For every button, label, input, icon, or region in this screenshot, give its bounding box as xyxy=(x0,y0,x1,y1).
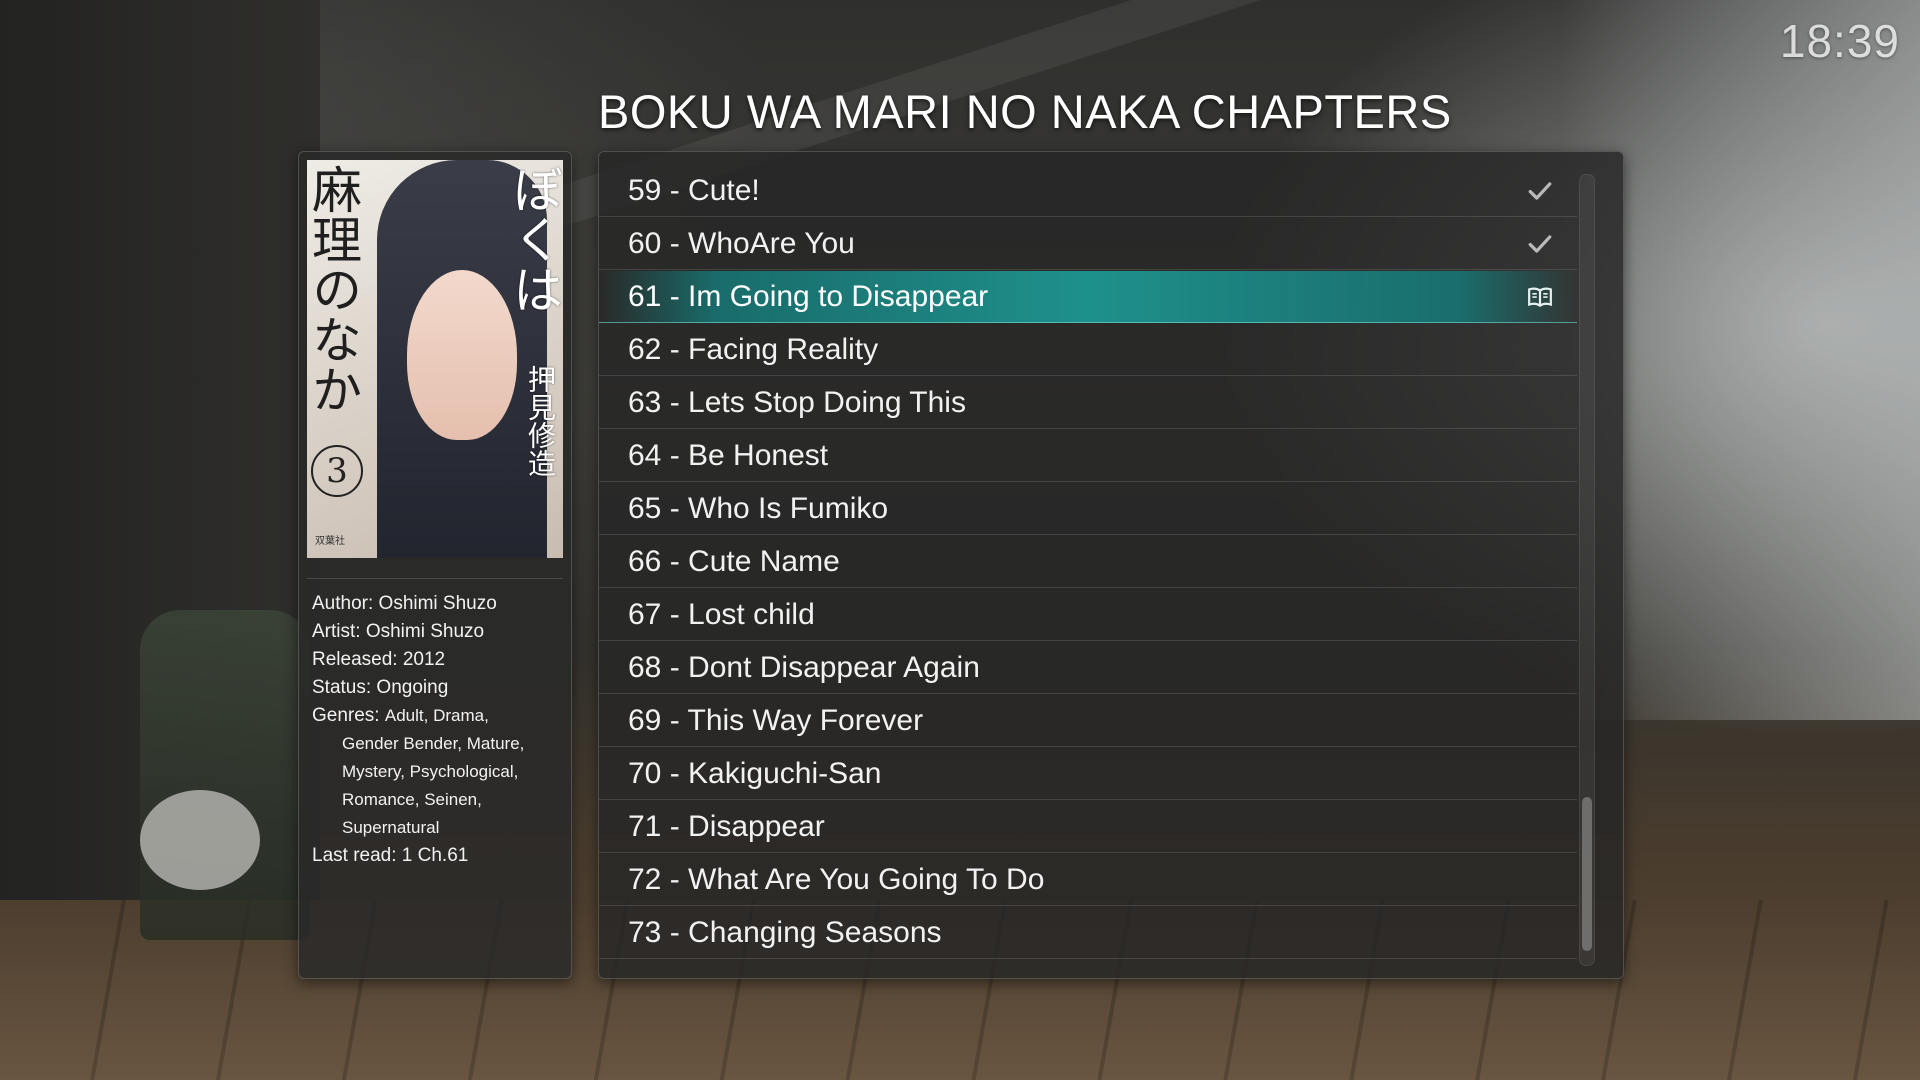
author-text: Author: Oshimi Shuzo xyxy=(312,593,497,614)
chapter-row[interactable]: 72 - What Are You Going To Do xyxy=(599,854,1577,906)
genres-line-4: Romance, Seinen, xyxy=(342,790,482,809)
chapter-label: 68 - Dont Disappear Again xyxy=(628,651,980,684)
genres-line-3: Mystery, Psychological, xyxy=(342,762,519,781)
chapter-row[interactable]: 61 - Im Going to Disappear xyxy=(599,271,1577,323)
chapter-row[interactable]: 60 - WhoAre You xyxy=(599,218,1577,270)
chapter-label: 60 - WhoAre You xyxy=(628,227,855,260)
read-check-icon xyxy=(1527,178,1553,204)
chapter-row[interactable]: 67 - Lost child xyxy=(599,589,1577,641)
cover-image: 麻理のなか ぼくは 押見修造 3 双葉社 xyxy=(307,160,563,558)
genres-block: Genres: Adult, Drama, Gender Bender, Mat… xyxy=(312,702,562,842)
genres-label: Genres: xyxy=(312,705,380,726)
chapter-label: 66 - Cute Name xyxy=(628,545,840,578)
chapter-row[interactable]: 73 - Changing Seasons xyxy=(599,907,1577,959)
released-text: Released: 2012 xyxy=(312,649,446,670)
chapter-label: 70 - Kakiguchi-San xyxy=(628,757,882,790)
last-read-text: Last read: 1 Ch.61 xyxy=(312,845,469,866)
chapter-label: 59 - Cute! xyxy=(628,174,760,207)
scrollbar[interactable] xyxy=(1579,174,1595,966)
chapter-label: 62 - Facing Reality xyxy=(628,333,879,366)
clock: 18:39 xyxy=(1779,15,1900,67)
chapter-row[interactable]: 63 - Lets Stop Doing This xyxy=(599,377,1577,429)
cover-volume: 3 xyxy=(311,445,363,497)
chapter-list-panel: 59 - Cute! 60 - WhoAre You 61 - Im Going t… xyxy=(598,151,1624,979)
chapter-row[interactable]: 70 - Kakiguchi-San xyxy=(599,748,1577,800)
status-text: Status: Ongoing xyxy=(312,677,449,698)
read-check-icon xyxy=(1527,231,1553,257)
chapter-row[interactable]: 68 - Dont Disappear Again xyxy=(599,642,1577,694)
chapter-row[interactable]: 69 - This Way Forever xyxy=(599,695,1577,747)
chapter-row[interactable]: 62 - Facing Reality xyxy=(599,324,1577,376)
genres-first: Adult, Drama, xyxy=(384,706,489,725)
chapter-row[interactable]: 65 - Who Is Fumiko xyxy=(599,483,1577,535)
cover-publisher: 双葉社 xyxy=(315,536,345,547)
manga-metadata: Author: Oshimi Shuzo Artist: Oshimi Shuz… xyxy=(312,590,562,870)
genres-line-2: Gender Bender, Mature, xyxy=(342,734,525,753)
chapter-label: 63 - Lets Stop Doing This xyxy=(628,386,966,419)
chapter-label: 72 - What Are You Going To Do xyxy=(628,863,1045,896)
chapter-label: 71 - Disappear xyxy=(628,810,825,843)
chapter-label: 73 - Changing Seasons xyxy=(628,916,942,949)
chapter-row[interactable]: 64 - Be Honest xyxy=(599,430,1577,482)
manga-info-panel: 麻理のなか ぼくは 押見修造 3 双葉社 Author: Oshimi Shuz… xyxy=(298,151,572,979)
chapter-row[interactable]: 66 - Cute Name xyxy=(599,536,1577,588)
cover-author: 押見修造 xyxy=(524,365,557,477)
cover-title-right: ぼくは xyxy=(505,164,563,314)
open-book-icon xyxy=(1527,284,1553,310)
chapter-label: 61 - Im Going to Disappear xyxy=(628,280,989,313)
chapter-label: 64 - Be Honest xyxy=(628,439,829,472)
page-title: BOKU WA MARI NO NAKA CHAPTERS xyxy=(598,85,1452,138)
chapter-list: 59 - Cute! 60 - WhoAre You 61 - Im Going t… xyxy=(599,165,1577,960)
chapter-label: 65 - Who Is Fumiko xyxy=(628,492,889,525)
chapter-row[interactable]: 71 - Disappear xyxy=(599,801,1577,853)
chapter-label: 67 - Lost child xyxy=(628,598,815,631)
scrollbar-thumb[interactable] xyxy=(1582,797,1592,951)
divider xyxy=(307,578,563,579)
cover-title-left: 麻理のなか xyxy=(307,164,362,414)
genres-line-5: Supernatural xyxy=(342,818,440,837)
chapter-label: 69 - This Way Forever xyxy=(628,704,924,737)
artist-text: Artist: Oshimi Shuzo xyxy=(312,621,485,642)
chapter-row[interactable]: 59 - Cute! xyxy=(599,165,1577,217)
